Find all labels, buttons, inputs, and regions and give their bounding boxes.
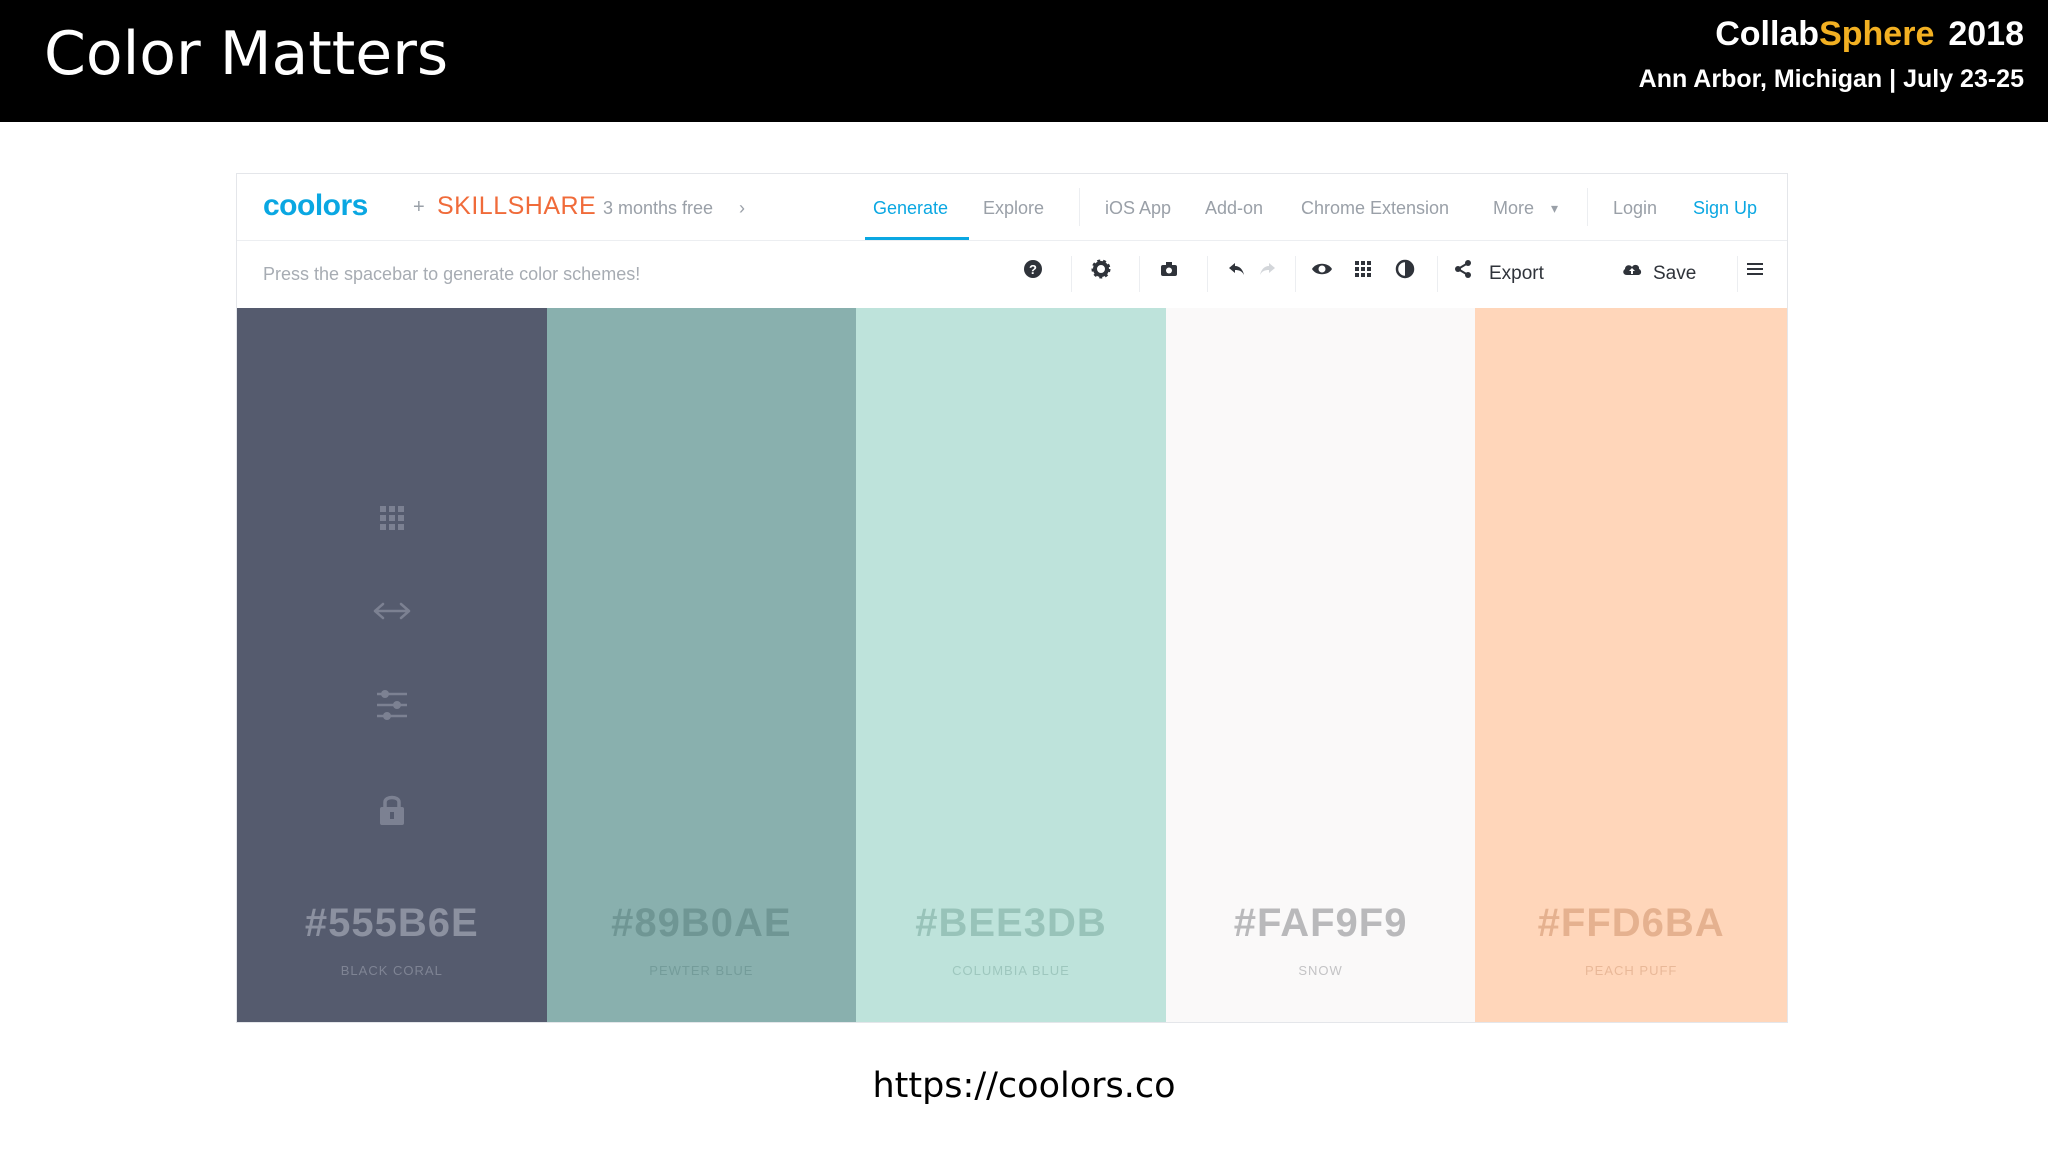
brand-year: 2018	[1948, 15, 2024, 53]
source-url[interactable]: https://coolors.co	[0, 1064, 2048, 1108]
promo-link[interactable]: 3 months free	[603, 194, 713, 222]
skillshare-logo[interactable]: SKILLSHARE	[437, 188, 596, 224]
brand-sphere: Sphere	[1819, 15, 1935, 53]
color-name: PEWTER BLUE	[649, 963, 754, 978]
nav-login[interactable]: Login	[1613, 194, 1657, 222]
adjust-icon[interactable]	[1395, 258, 1415, 288]
gear-icon[interactable]	[1091, 258, 1111, 288]
help-icon[interactable]: ?	[1023, 258, 1043, 288]
toolbar-divider	[1737, 256, 1738, 292]
hex-value[interactable]: #89B0AE	[547, 898, 857, 948]
nav-chrome-extension[interactable]: Chrome Extension	[1301, 194, 1449, 222]
plus-sign: +	[413, 196, 425, 218]
menu-icon[interactable]	[1745, 258, 1765, 288]
event-subtitle: Ann Arbor, Michigan | July 23-25	[1638, 65, 2024, 93]
brand-collab: Collab	[1715, 15, 1820, 53]
nav-add-on[interactable]: Add-on	[1205, 194, 1263, 222]
hex-value[interactable]: #FFD6BA	[1475, 898, 1787, 948]
swatch-pewter-blue[interactable]: #89B0AE PEWTER BLUE	[546, 308, 857, 1022]
undo-icon[interactable]	[1227, 258, 1247, 288]
eye-icon[interactable]	[1311, 258, 1333, 288]
color-name: PEACH PUFF	[1585, 963, 1678, 978]
nav-divider	[1587, 188, 1588, 226]
hex-value[interactable]: #FAF9F9	[1166, 898, 1476, 948]
redo-icon[interactable]	[1257, 258, 1277, 288]
cloud-icon[interactable]	[1621, 258, 1643, 288]
nav-more[interactable]: More	[1493, 194, 1534, 222]
hex-value[interactable]: #BEE3DB	[856, 898, 1166, 948]
hex-value[interactable]: #555B6E	[237, 898, 547, 948]
top-nav: coolors + SKILLSHARE 3 months free › Gen…	[237, 174, 1787, 241]
sliders-icon[interactable]	[372, 685, 412, 725]
chevron-right-icon: ›	[739, 198, 745, 218]
nav-sign-up[interactable]: Sign Up	[1693, 194, 1757, 222]
slide-title: Color Matters	[44, 19, 449, 89]
nav-divider	[1079, 188, 1080, 226]
swatch-peach-puff[interactable]: #FFD6BA PEACH PUFF	[1475, 308, 1787, 1022]
chevron-down-icon: ▾	[1551, 200, 1559, 216]
coolors-screenshot: coolors + SKILLSHARE 3 months free › Gen…	[236, 173, 1788, 1023]
lock-icon[interactable]	[372, 790, 412, 830]
swatch-black-coral[interactable]: #555B6E BLACK CORAL	[237, 308, 547, 1022]
toolbar-divider	[1071, 256, 1072, 292]
apps-icon[interactable]	[372, 498, 412, 538]
swatch-snow[interactable]: #FAF9F9 SNOW	[1165, 308, 1476, 1022]
swatch-columbia-blue[interactable]: #BEE3DB COLUMBIA BLUE	[856, 308, 1166, 1022]
toolbar-divider	[1437, 256, 1438, 292]
nav-explore[interactable]: Explore	[983, 194, 1044, 222]
camera-icon[interactable]	[1159, 258, 1179, 288]
spacebar-hint: Press the spacebar to generate color sch…	[263, 264, 641, 284]
slide-header: Color Matters CollabSphere 2018 Ann Arbor…	[0, 0, 2048, 122]
toolbar-divider	[1139, 256, 1140, 292]
color-name: SNOW	[1298, 963, 1343, 978]
grid-icon[interactable]	[1353, 258, 1373, 288]
collabsphere-logo: CollabSphere 2018	[1715, 12, 2024, 56]
color-name: COLUMBIA BLUE	[952, 963, 1070, 978]
drag-arrows-icon[interactable]	[372, 591, 412, 631]
svg-text:?: ?	[1029, 262, 1037, 277]
toolbar-divider	[1207, 256, 1208, 292]
color-name: BLACK CORAL	[340, 963, 443, 978]
export-button[interactable]: Export	[1489, 260, 1544, 288]
save-button[interactable]: Save	[1653, 260, 1696, 288]
nav-generate[interactable]: Generate	[873, 194, 948, 222]
toolbar-divider	[1295, 256, 1296, 292]
color-palette: #555B6E BLACK CORAL #89B0AE PEWTER BLUE …	[237, 308, 1787, 1022]
share-icon[interactable]	[1453, 258, 1473, 288]
nav-ios-app[interactable]: iOS App	[1105, 194, 1171, 222]
coolors-logo[interactable]: coolors	[263, 186, 368, 226]
toolbar: Press the spacebar to generate color sch…	[237, 240, 1787, 309]
